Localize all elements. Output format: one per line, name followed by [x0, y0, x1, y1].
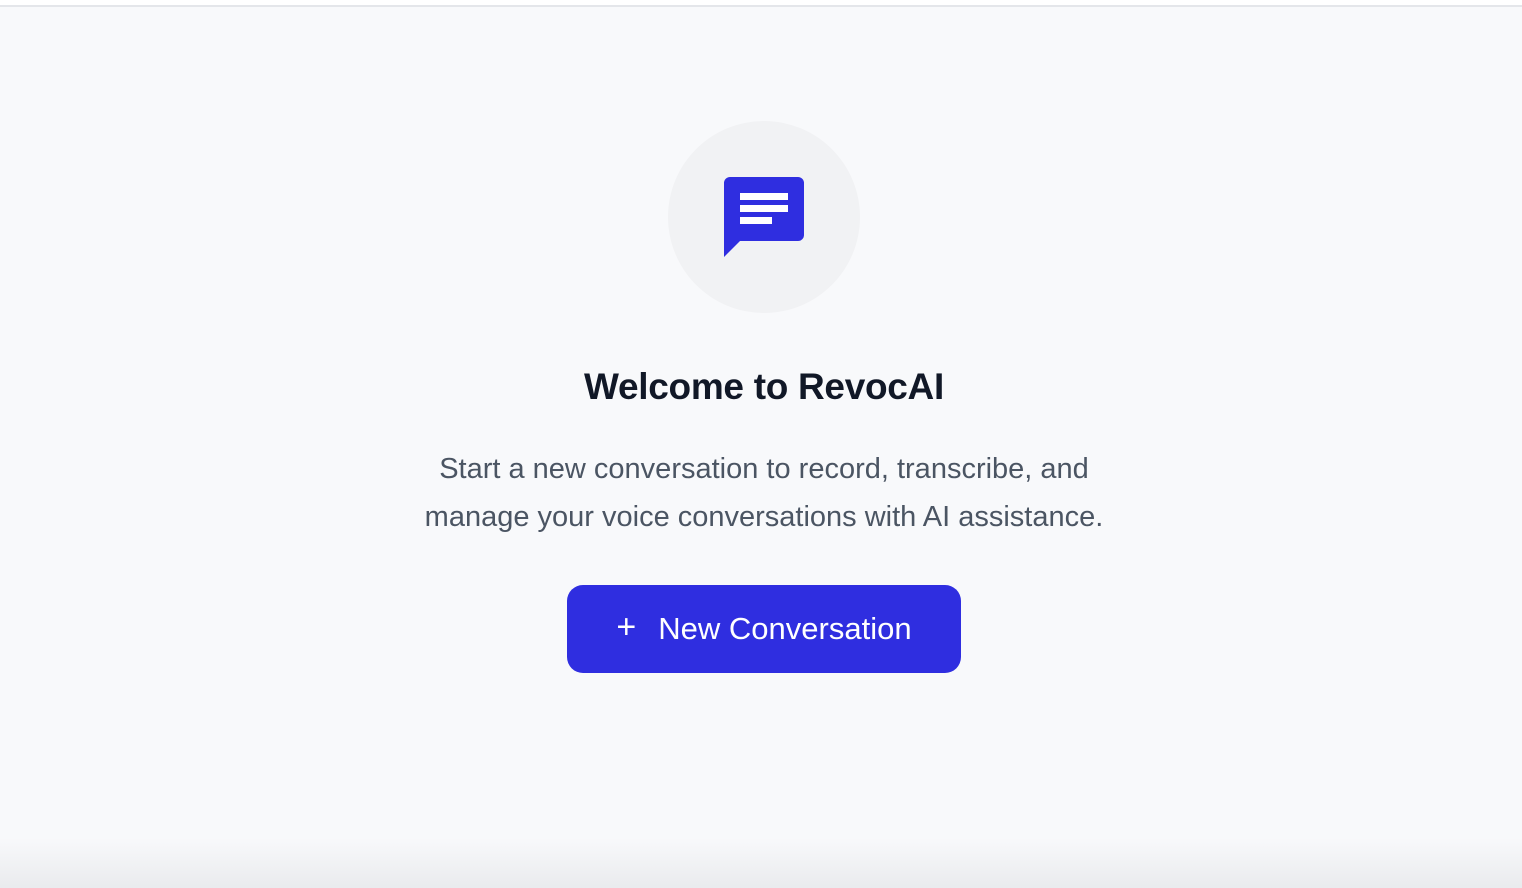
new-conversation-label: New Conversation: [658, 611, 912, 646]
welcome-description: Start a new conversation to record, tran…: [0, 445, 1522, 541]
welcome-description-line-1: Start a new conversation to record, tran…: [439, 453, 1089, 485]
welcome-icon-container: [668, 121, 860, 313]
chat-bubble-icon: [724, 177, 804, 257]
page-title: Welcome to RevocAI: [584, 366, 944, 407]
bottom-shadow: [0, 838, 1522, 888]
welcome-screen: Welcome to RevocAI Start a new conversat…: [0, 0, 1522, 888]
new-conversation-button[interactable]: + New Conversation: [567, 585, 961, 673]
welcome-description-line-2: manage your voice conversations with AI …: [424, 501, 1104, 533]
plus-icon: +: [616, 608, 637, 646]
